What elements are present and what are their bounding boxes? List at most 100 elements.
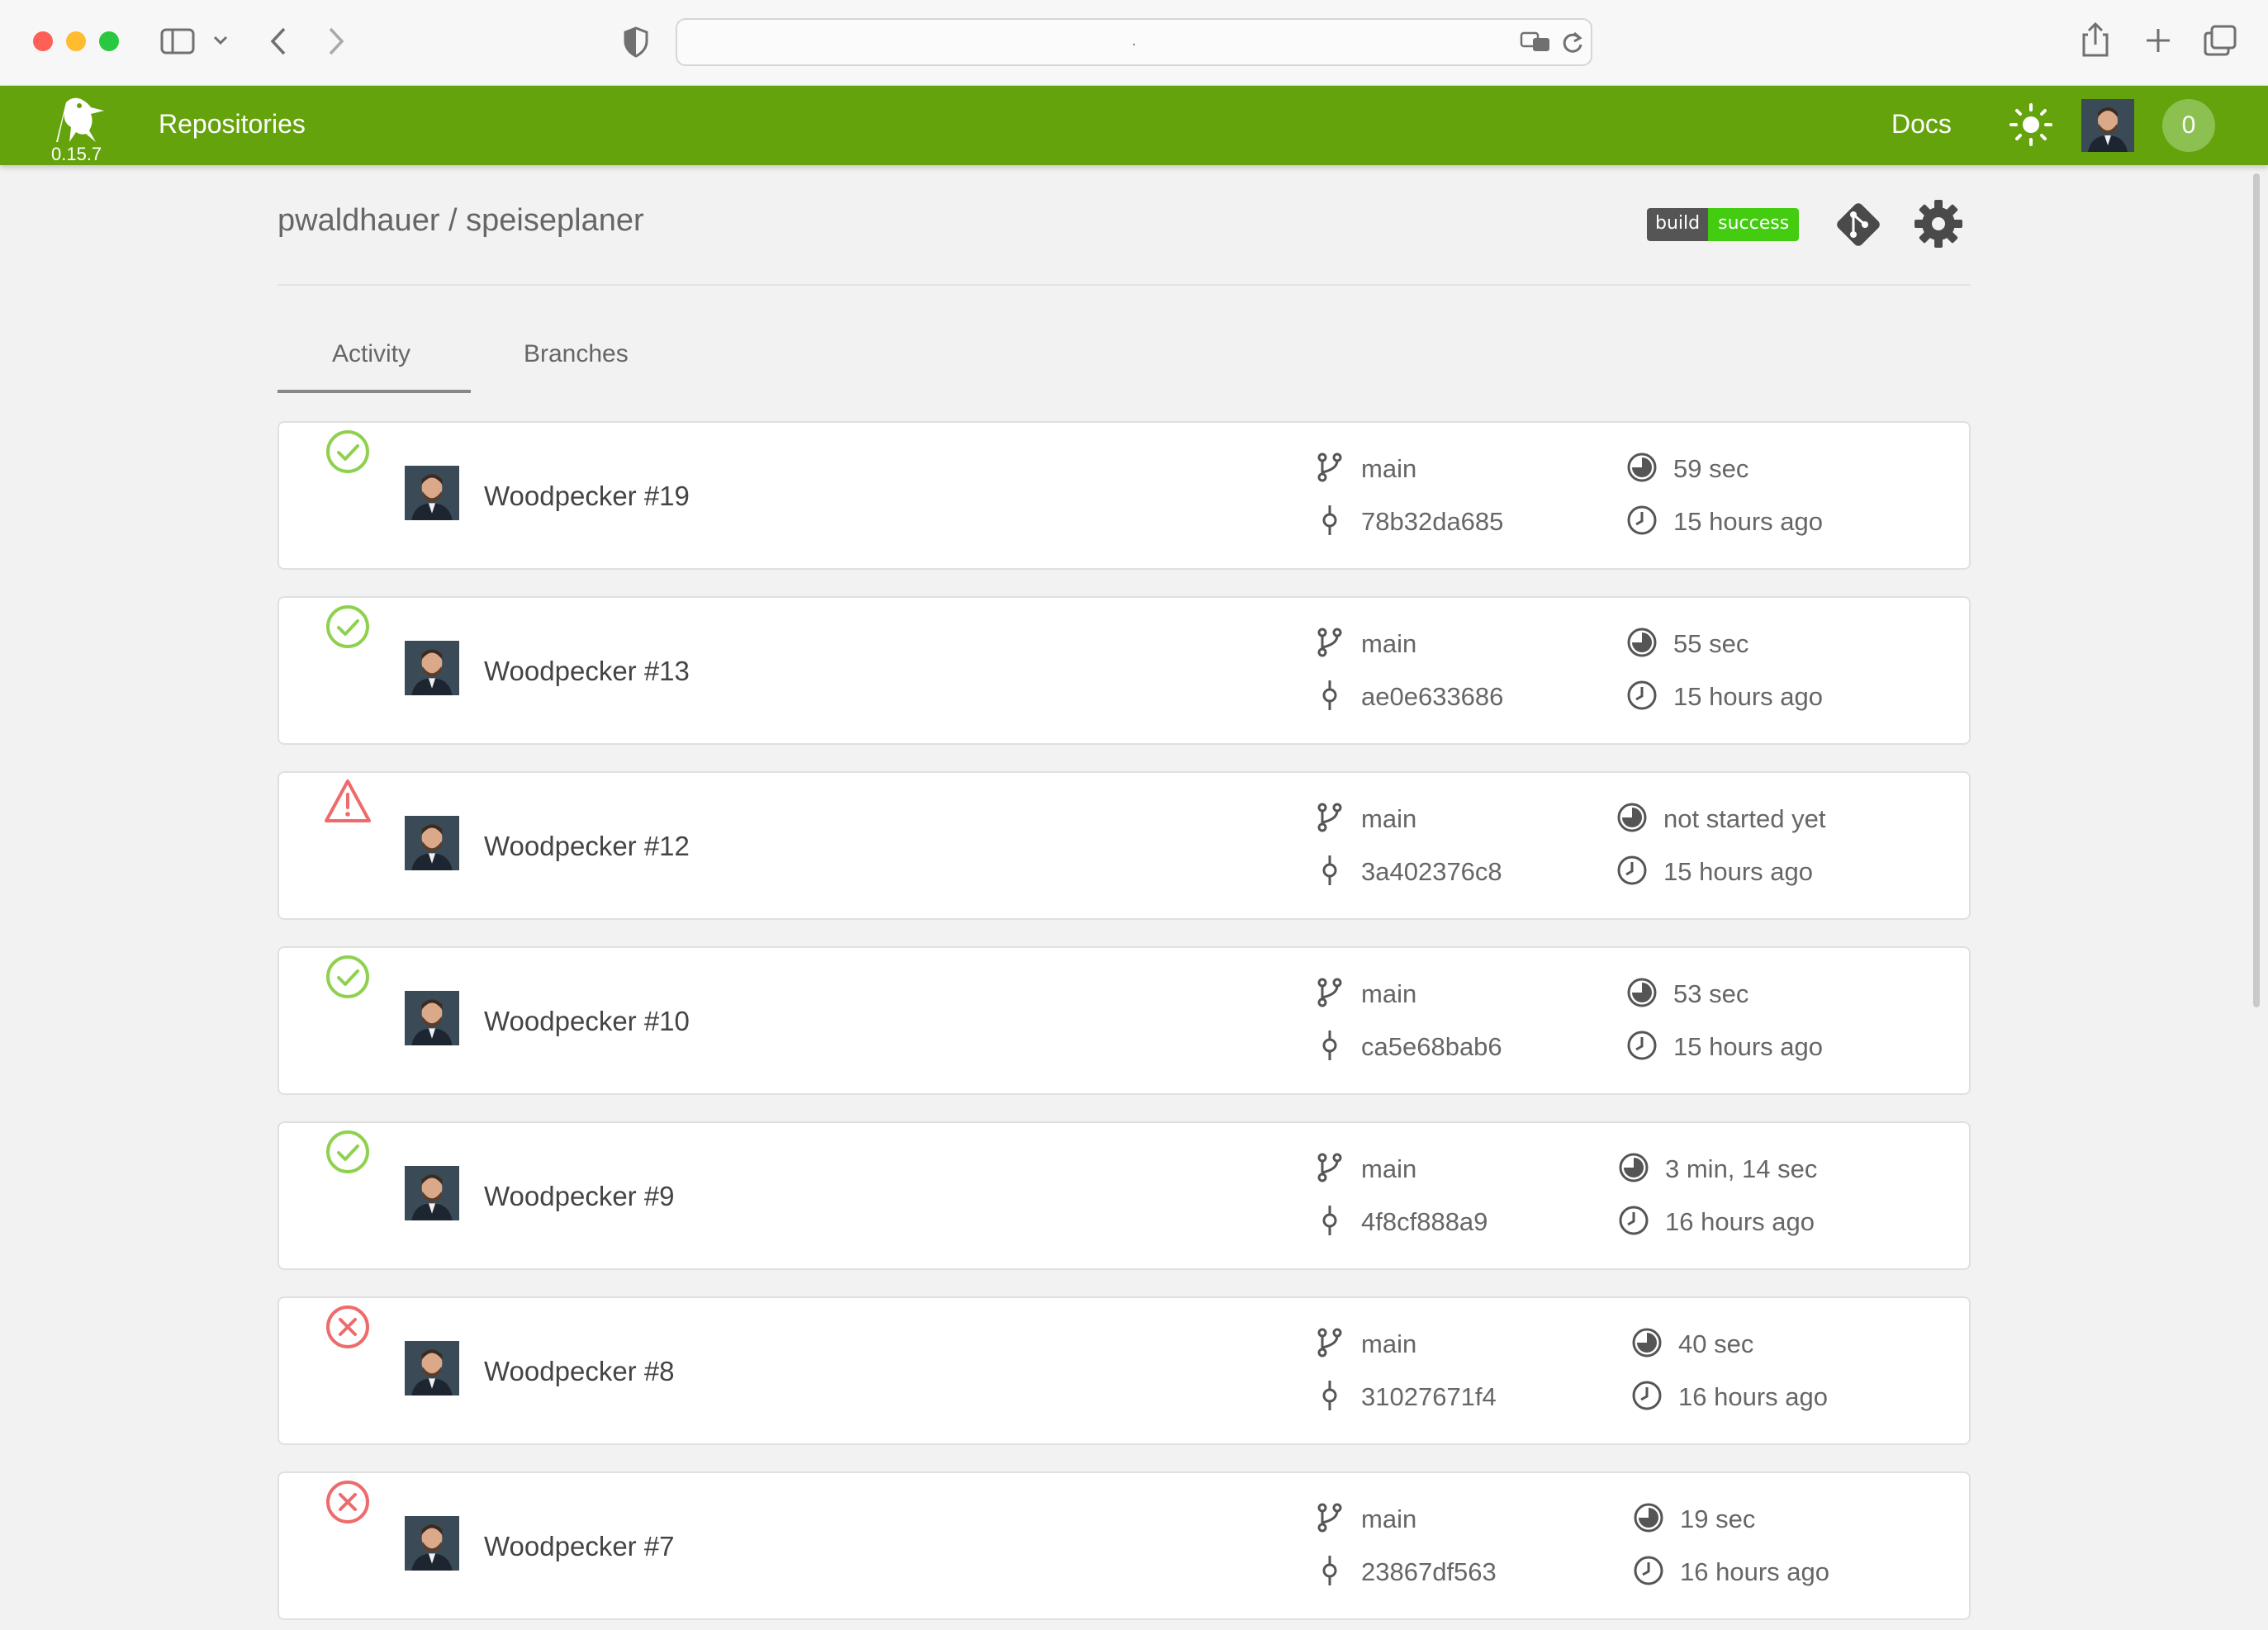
build-card[interactable]: Woodpecker #13 main ae0e633686 55 sec 15… [278,596,1971,745]
build-commit-sha: 31027671f4 [1361,1382,1497,1411]
clock-icon [1627,505,1657,535]
build-commit-sha: ca5e68bab6 [1361,1032,1502,1061]
build-title: Woodpecker #7 [484,1531,675,1561]
build-duration: 40 sec [1678,1329,1754,1358]
duration-timer-icon [1634,1503,1663,1533]
clock-icon [1619,1206,1649,1235]
clock-icon [1627,680,1657,710]
badge-label: build [1647,208,1709,241]
build-card[interactable]: Woodpecker #12 main 3a402376c8 not start… [278,771,1971,920]
build-commit-sha: ae0e633686 [1361,682,1504,711]
build-started-time: 15 hours ago [1673,1032,1823,1061]
build-title: Woodpecker #8 [484,1356,675,1386]
minimize-window-button[interactable] [66,31,86,51]
git-repository-icon[interactable] [1832,198,1885,251]
build-duration: not started yet [1663,804,1826,833]
branch-icon [1317,628,1342,657]
user-avatar[interactable] [2081,99,2134,152]
build-card[interactable]: Woodpecker #9 main 4f8cf888a9 3 min, 14 … [278,1121,1971,1270]
app-header: 0.15.7 Repositories Docs 0 [0,86,2268,165]
duration-timer-icon [1632,1328,1662,1358]
repo-tabs: Activity Branches [278,330,856,395]
commit-icon [1322,505,1337,535]
zoom-window-button[interactable] [99,31,119,51]
build-commit-sha: 78b32da685 [1361,507,1504,536]
reload-icon[interactable] [1561,30,1584,54]
url-text: . [1132,31,1136,50]
address-bar[interactable]: . [676,18,1592,66]
duration-timer-icon [1619,1153,1649,1182]
build-card[interactable]: Woodpecker #7 main 23867df563 19 sec 16 … [278,1471,1971,1620]
tab-overview-icon[interactable] [2204,25,2237,56]
active-tab-indicator [278,390,471,393]
x-circle-icon [326,1305,369,1348]
translate-icon[interactable] [1520,30,1551,54]
check-circle-icon [326,430,369,473]
author-avatar [405,641,459,695]
build-branch: main [1361,1504,1417,1533]
author-avatar [405,1341,459,1395]
build-title: Woodpecker #9 [484,1181,675,1211]
clock-icon [1632,1381,1662,1410]
check-circle-icon [326,1130,369,1173]
privacy-shield-icon[interactable] [623,26,649,58]
repo-title[interactable]: pwaldhauer / speiseplaner [278,203,644,239]
author-avatar [405,466,459,520]
author-avatar [405,1516,459,1571]
commit-icon [1322,1031,1337,1060]
new-tab-icon[interactable] [2144,26,2172,54]
back-icon[interactable] [269,26,287,56]
branch-icon [1317,453,1342,482]
build-card[interactable]: Woodpecker #8 main 31027671f4 40 sec 16 … [278,1296,1971,1445]
build-branch: main [1361,1154,1417,1183]
build-commit-sha: 4f8cf888a9 [1361,1207,1488,1236]
tab-activity[interactable]: Activity [332,340,410,368]
build-started-time: 15 hours ago [1673,682,1823,711]
build-started-time: 15 hours ago [1663,857,1813,886]
branch-icon [1317,803,1342,832]
sidebar-toggle-icon[interactable] [160,28,195,54]
commit-icon [1322,680,1337,710]
build-branch: main [1361,979,1417,1008]
build-status-badge[interactable]: build success [1647,208,1800,241]
commit-icon [1322,1556,1337,1585]
nav-repositories-link[interactable]: Repositories [159,109,306,140]
build-started-time: 16 hours ago [1665,1207,1815,1236]
settings-gear-icon[interactable] [1913,198,1964,249]
branch-icon [1317,978,1342,1007]
close-window-button[interactable] [33,31,53,51]
build-title: Woodpecker #13 [484,656,690,686]
page-scrollbar[interactable] [2253,173,2260,1007]
check-circle-icon [326,955,369,998]
build-branch: main [1361,804,1417,833]
author-avatar [405,816,459,870]
branch-icon [1317,1503,1342,1533]
build-card[interactable]: Woodpecker #10 main ca5e68bab6 53 sec 15… [278,946,1971,1095]
duration-timer-icon [1617,803,1647,832]
duration-timer-icon [1627,978,1657,1007]
header-divider [278,284,1971,286]
build-commit-sha: 23867df563 [1361,1557,1497,1586]
chevron-down-icon[interactable] [213,35,228,46]
author-avatar [405,1166,459,1220]
theme-toggle-sun-icon[interactable] [2009,102,2053,147]
forward-icon[interactable] [327,26,345,56]
browser-toolbar: . [0,0,2268,86]
build-commit-sha: 3a402376c8 [1361,857,1502,886]
build-started-time: 16 hours ago [1680,1557,1829,1586]
tab-branches[interactable]: Branches [524,340,629,368]
build-card[interactable]: Woodpecker #19 main 78b32da685 59 sec 15… [278,421,1971,570]
pipeline-count-badge[interactable]: 0 [2162,99,2215,152]
badge-status: success [1708,208,1800,241]
build-title: Woodpecker #19 [484,481,690,511]
build-title: Woodpecker #12 [484,831,690,861]
build-duration: 19 sec [1680,1504,1756,1533]
share-icon[interactable] [2081,21,2109,58]
duration-timer-icon [1627,628,1657,657]
woodpecker-logo-icon[interactable] [48,94,107,144]
clock-icon [1627,1031,1657,1060]
nav-docs-link[interactable]: Docs [1891,109,1952,140]
branch-icon [1317,1328,1342,1358]
commit-icon [1322,1206,1337,1235]
build-duration: 3 min, 14 sec [1665,1154,1818,1183]
